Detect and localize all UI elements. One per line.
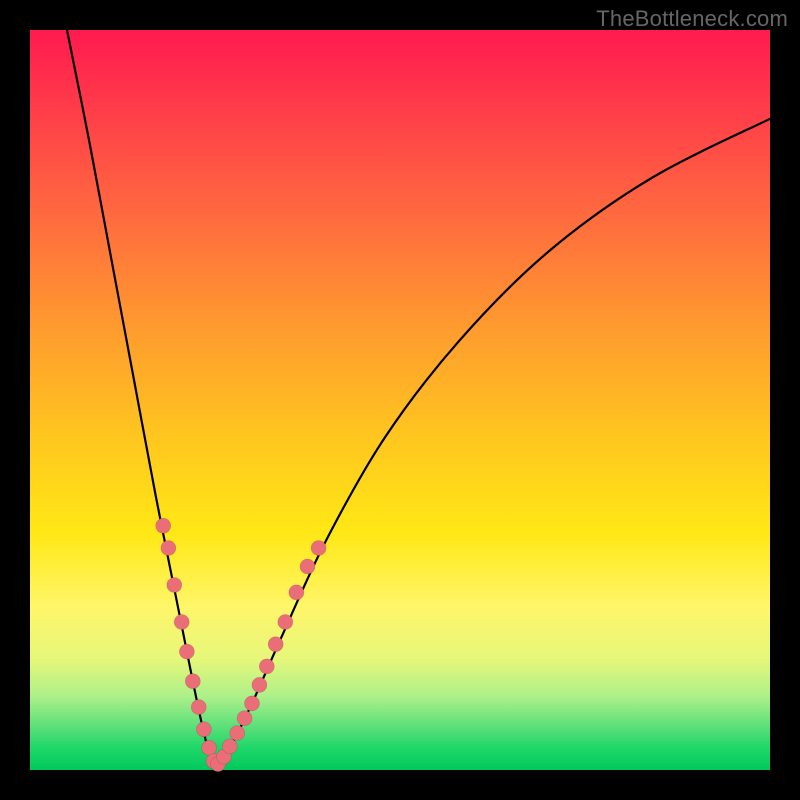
bead-marker xyxy=(174,615,189,630)
bead-marker xyxy=(289,585,304,600)
watermark-text: TheBottleneck.com xyxy=(596,6,788,32)
bead-marker xyxy=(222,739,237,754)
chart-frame: TheBottleneck.com xyxy=(0,0,800,800)
curve-layer xyxy=(30,30,770,770)
bead-marker xyxy=(237,711,252,726)
bead-marker xyxy=(252,677,267,692)
bead-marker xyxy=(311,541,326,556)
bead-marker xyxy=(196,722,211,737)
curve-left-branch xyxy=(67,30,215,770)
bead-marker xyxy=(202,740,217,755)
bead-marker xyxy=(161,541,176,556)
bead-markers xyxy=(156,518,326,771)
curve-right-branch xyxy=(215,119,770,770)
bead-marker xyxy=(156,518,171,533)
bead-marker xyxy=(259,659,274,674)
bead-marker xyxy=(179,644,194,659)
bead-marker xyxy=(300,559,315,574)
bead-marker xyxy=(230,726,245,741)
plot-area xyxy=(30,30,770,770)
bead-marker xyxy=(191,700,206,715)
bead-marker xyxy=(278,615,293,630)
bead-marker xyxy=(185,674,200,689)
bead-marker xyxy=(268,637,283,652)
bead-marker xyxy=(245,696,260,711)
bead-marker xyxy=(167,578,182,593)
